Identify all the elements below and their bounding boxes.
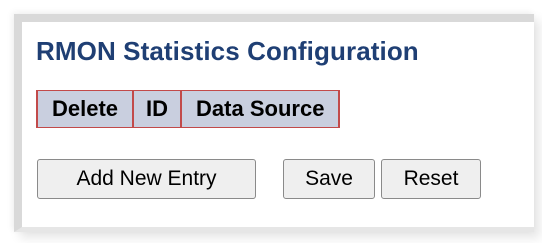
page-frame: RMON Statistics Configuration Delete ID …: [0, 0, 542, 243]
column-header-delete: Delete: [35, 90, 135, 128]
column-header-data-source: Data Source: [180, 90, 341, 128]
save-button[interactable]: Save: [283, 159, 375, 199]
add-new-entry-button[interactable]: Add New Entry: [37, 159, 256, 199]
column-header-id: ID: [132, 90, 183, 128]
reset-button[interactable]: Reset: [381, 159, 481, 199]
table-header-row: Delete ID Data Source: [35, 90, 341, 128]
page-title: RMON Statistics Configuration: [36, 36, 419, 66]
rmon-statistics-table: Delete ID Data Source: [35, 90, 341, 128]
